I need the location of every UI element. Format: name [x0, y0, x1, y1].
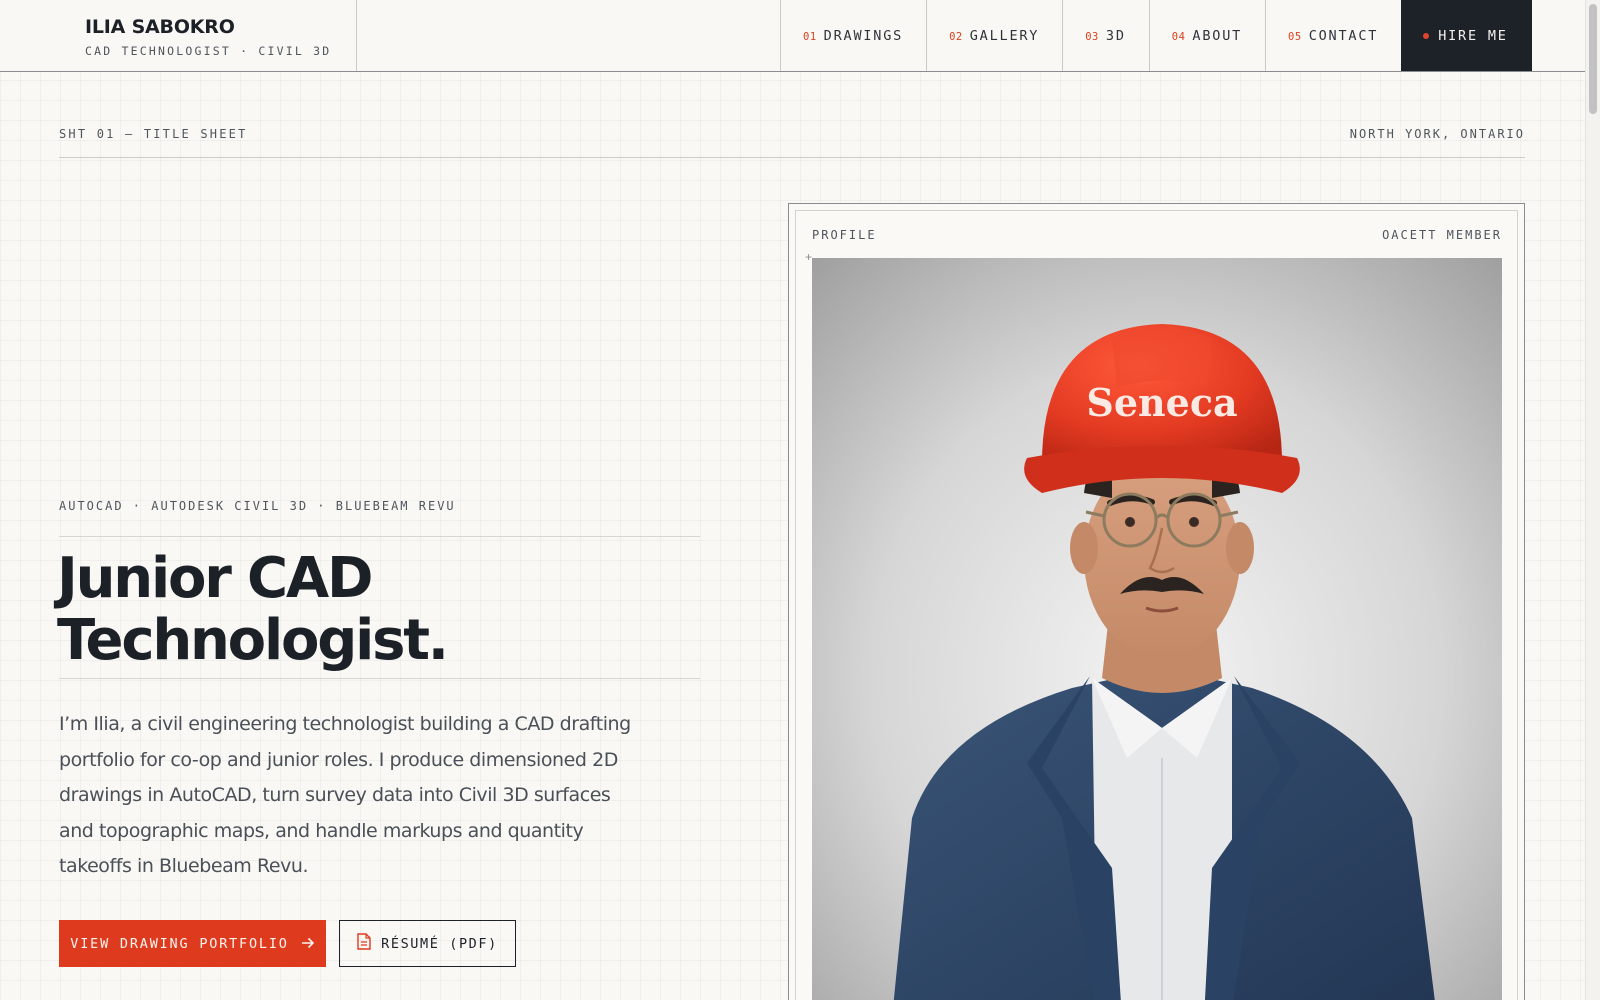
tools-list: AUTOCAD · AUTODESK CIVIL 3D · BLUEBEAM R… — [59, 499, 456, 513]
headline-line-2: Technologist. — [57, 608, 449, 673]
hire-me-button[interactable]: HIRE ME — [1401, 0, 1532, 71]
status-dot-icon — [1423, 32, 1430, 39]
site-header: ILIA SABOKRO CAD TECHNOLOGIST · CIVIL 3D… — [0, 0, 1585, 72]
view-portfolio-button[interactable]: VIEW DRAWING PORTFOLIO — [59, 920, 326, 967]
divider — [59, 536, 700, 537]
nav-number: 05 — [1288, 30, 1302, 43]
nav-item-3d[interactable]: 03 3D — [1062, 0, 1149, 71]
page-title: Junior CAD Technologist. — [57, 548, 717, 672]
sheet-divider — [59, 157, 1525, 158]
intro-paragraph: I’m Ilia, a civil engineering technologi… — [59, 713, 631, 877]
crosshair-icon: + — [805, 250, 813, 264]
resume-pdf-label: RÉSUMÉ (PDF) — [381, 935, 498, 952]
brand-subtitle: CAD TECHNOLOGIST · CIVIL 3D — [85, 44, 332, 58]
arrow-right-icon — [301, 934, 315, 953]
main-nav: 01 DRAWINGS 02 GALLERY 03 3D 04 ABOUT 05… — [780, 0, 1532, 71]
headline-line-1: Junior CAD — [57, 546, 373, 611]
view-portfolio-label: VIEW DRAWING PORTFOLIO — [70, 935, 289, 952]
scrollbar-track[interactable] — [1585, 0, 1600, 1000]
sheet-label: SHT 01 — TITLE SHEET — [59, 127, 248, 141]
profile-photo: Seneca — [812, 258, 1502, 1000]
nav-item-drawings[interactable]: 01 DRAWINGS — [780, 0, 926, 71]
nav-label: GALLERY — [969, 27, 1040, 44]
nav-number: 02 — [949, 30, 963, 43]
scrollbar-thumb[interactable] — [1589, 4, 1597, 114]
nav-number: 03 — [1085, 30, 1099, 43]
nav-item-about[interactable]: 04 ABOUT — [1148, 0, 1265, 71]
profile-label: PROFILE — [812, 228, 877, 242]
sheet-location: NORTH YORK, ONTARIO — [1349, 127, 1525, 141]
nav-label: DRAWINGS — [823, 27, 904, 44]
nav-label: 3D — [1105, 27, 1126, 44]
nav-item-contact[interactable]: 05 CONTACT — [1265, 0, 1401, 71]
membership-badge: OACETT MEMBER — [1382, 228, 1502, 242]
nav-number: 01 — [803, 30, 817, 43]
hire-me-label: HIRE ME — [1438, 27, 1508, 44]
document-icon — [357, 933, 381, 954]
nav-label: CONTACT — [1308, 27, 1379, 44]
brand[interactable]: ILIA SABOKRO CAD TECHNOLOGIST · CIVIL 3D — [0, 0, 357, 71]
nav-number: 04 — [1171, 30, 1186, 43]
resume-pdf-button[interactable]: RÉSUMÉ (PDF) — [339, 920, 516, 967]
nav-item-gallery[interactable]: 02 GALLERY — [926, 0, 1062, 71]
helmet-logo-text: Seneca — [1086, 380, 1237, 425]
nav-label: ABOUT — [1192, 27, 1243, 44]
brand-name: ILIA SABOKRO — [85, 16, 235, 38]
divider — [59, 678, 700, 679]
